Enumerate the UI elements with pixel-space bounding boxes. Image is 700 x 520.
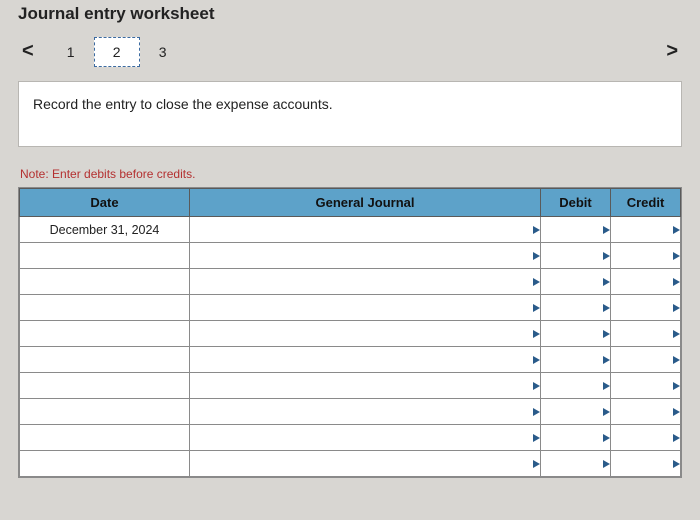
dropdown-icon[interactable] xyxy=(601,373,611,398)
next-chevron-icon[interactable]: > xyxy=(652,36,682,67)
debit-cell[interactable] xyxy=(541,217,611,243)
date-cell[interactable] xyxy=(20,347,190,373)
table-row xyxy=(20,373,681,399)
dropdown-icon[interactable] xyxy=(531,295,541,320)
tab-3[interactable]: 3 xyxy=(140,37,186,67)
dropdown-icon[interactable] xyxy=(671,321,681,346)
general-journal-cell[interactable] xyxy=(190,347,541,373)
credit-cell[interactable] xyxy=(611,347,681,373)
table-row xyxy=(20,269,681,295)
table-row xyxy=(20,425,681,451)
tab-2[interactable]: 2 xyxy=(94,37,140,67)
debit-cell[interactable] xyxy=(541,399,611,425)
table-row xyxy=(20,295,681,321)
dropdown-icon[interactable] xyxy=(601,451,611,476)
dropdown-icon[interactable] xyxy=(531,347,541,372)
general-journal-cell[interactable] xyxy=(190,321,541,347)
journal-table-wrap: Date General Journal Debit Credit Decemb… xyxy=(18,187,682,478)
dropdown-icon[interactable] xyxy=(671,399,681,424)
date-cell[interactable] xyxy=(20,399,190,425)
tabs-row: < 1 2 3 > xyxy=(18,34,682,81)
credit-cell[interactable] xyxy=(611,425,681,451)
page-title: Journal entry worksheet xyxy=(18,0,682,34)
credit-cell[interactable] xyxy=(611,243,681,269)
date-cell[interactable] xyxy=(20,373,190,399)
date-cell[interactable] xyxy=(20,269,190,295)
dropdown-icon[interactable] xyxy=(671,347,681,372)
general-journal-cell[interactable] xyxy=(190,243,541,269)
dropdown-icon[interactable] xyxy=(531,451,541,476)
table-row xyxy=(20,243,681,269)
prev-chevron-icon[interactable]: < xyxy=(18,36,48,67)
date-cell[interactable] xyxy=(20,243,190,269)
table-row xyxy=(20,321,681,347)
credit-cell[interactable] xyxy=(611,321,681,347)
table-row: December 31, 2024 xyxy=(20,217,681,243)
general-journal-cell[interactable] xyxy=(190,425,541,451)
dropdown-icon[interactable] xyxy=(601,269,611,294)
dropdown-icon[interactable] xyxy=(671,425,681,450)
table-header-row: Date General Journal Debit Credit xyxy=(20,189,681,217)
date-cell[interactable] xyxy=(20,451,190,477)
journal-table: Date General Journal Debit Credit Decemb… xyxy=(19,188,681,477)
credit-cell[interactable] xyxy=(611,295,681,321)
dropdown-icon[interactable] xyxy=(601,217,611,242)
instruction-text: Record the entry to close the expense ac… xyxy=(33,96,333,112)
debit-cell[interactable] xyxy=(541,425,611,451)
debit-cell[interactable] xyxy=(541,451,611,477)
dropdown-icon[interactable] xyxy=(531,269,541,294)
col-header-date: Date xyxy=(20,189,190,217)
dropdown-icon[interactable] xyxy=(671,217,681,242)
tab-1[interactable]: 1 xyxy=(48,37,94,67)
dropdown-icon[interactable] xyxy=(601,243,611,268)
table-row xyxy=(20,451,681,477)
general-journal-cell[interactable] xyxy=(190,399,541,425)
dropdown-icon[interactable] xyxy=(601,347,611,372)
date-cell[interactable] xyxy=(20,321,190,347)
credit-cell[interactable] xyxy=(611,217,681,243)
col-header-general-journal: General Journal xyxy=(190,189,541,217)
debit-cell[interactable] xyxy=(541,243,611,269)
dropdown-icon[interactable] xyxy=(531,373,541,398)
dropdown-icon[interactable] xyxy=(601,295,611,320)
col-header-credit: Credit xyxy=(611,189,681,217)
general-journal-cell[interactable] xyxy=(190,295,541,321)
credit-cell[interactable] xyxy=(611,269,681,295)
dropdown-icon[interactable] xyxy=(671,451,681,476)
debit-cell[interactable] xyxy=(541,347,611,373)
debit-cell[interactable] xyxy=(541,295,611,321)
dropdown-icon[interactable] xyxy=(531,425,541,450)
credit-cell[interactable] xyxy=(611,373,681,399)
table-row xyxy=(20,347,681,373)
dropdown-icon[interactable] xyxy=(531,321,541,346)
date-cell[interactable] xyxy=(20,425,190,451)
dropdown-icon[interactable] xyxy=(531,217,541,242)
col-header-debit: Debit xyxy=(541,189,611,217)
dropdown-icon[interactable] xyxy=(601,399,611,424)
credit-cell[interactable] xyxy=(611,399,681,425)
debit-cell[interactable] xyxy=(541,321,611,347)
general-journal-cell[interactable] xyxy=(190,269,541,295)
dropdown-icon[interactable] xyxy=(671,295,681,320)
table-row xyxy=(20,399,681,425)
instruction-box: Record the entry to close the expense ac… xyxy=(18,81,682,147)
date-cell[interactable] xyxy=(20,295,190,321)
debit-cell[interactable] xyxy=(541,269,611,295)
dropdown-icon[interactable] xyxy=(531,399,541,424)
note-text: Note: Enter debits before credits. xyxy=(18,167,682,187)
tabs-left: < 1 2 3 xyxy=(18,36,186,67)
debit-cell[interactable] xyxy=(541,373,611,399)
dropdown-icon[interactable] xyxy=(671,243,681,268)
dropdown-icon[interactable] xyxy=(671,269,681,294)
date-cell[interactable]: December 31, 2024 xyxy=(20,217,190,243)
dropdown-icon[interactable] xyxy=(531,243,541,268)
general-journal-cell[interactable] xyxy=(190,451,541,477)
dropdown-icon[interactable] xyxy=(601,321,611,346)
dropdown-icon[interactable] xyxy=(601,425,611,450)
general-journal-cell[interactable] xyxy=(190,217,541,243)
dropdown-icon[interactable] xyxy=(671,373,681,398)
credit-cell[interactable] xyxy=(611,451,681,477)
general-journal-cell[interactable] xyxy=(190,373,541,399)
